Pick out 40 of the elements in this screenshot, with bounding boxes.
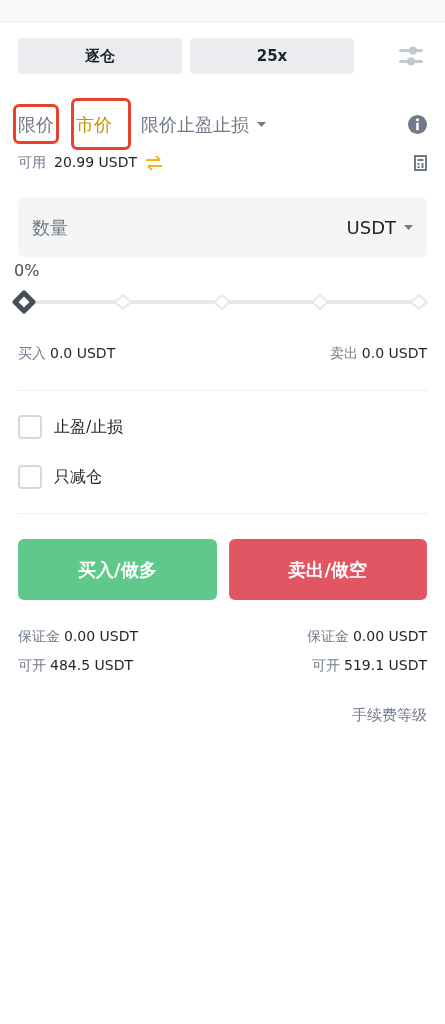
quantity-input[interactable]: 数量 <box>32 213 347 241</box>
order-type-tab[interactable]: 市价 <box>71 98 131 150</box>
margin-value: 0.00 USDT <box>64 628 139 644</box>
available-label: 可用 <box>18 153 46 172</box>
transfer-icon[interactable] <box>145 154 163 171</box>
buy-amount-label: 买入 <box>18 345 46 361</box>
order-type-dropdown[interactable]: 限价止盈止损 <box>139 104 268 144</box>
slider-thumb[interactable] <box>12 290 36 314</box>
caret-icon <box>257 121 266 127</box>
unit-selector[interactable]: USDT <box>346 213 413 241</box>
sell-amount-value: 0.0 USDT <box>361 345 427 361</box>
checkbox-label: 只减仓 <box>54 466 102 488</box>
margin-value: 0.00 USDT <box>352 628 427 644</box>
margin-mode-button[interactable]: 逐仓 <box>18 38 182 74</box>
margin-label: 保证金 <box>18 628 60 644</box>
settings-icon[interactable] <box>399 45 423 67</box>
caret-icon <box>404 224 413 230</box>
fee-level-link[interactable]: 手续费等级 <box>352 704 427 727</box>
slider-step-mark[interactable] <box>113 294 132 310</box>
max-open-value: 519.1 USDT <box>344 657 427 673</box>
buy-amount-value: 0.0 USDT <box>50 345 116 361</box>
calculator-icon[interactable] <box>414 154 427 171</box>
margin-label: 保证金 <box>306 628 349 644</box>
slider-step-mark[interactable] <box>311 294 330 310</box>
checkbox[interactable] <box>18 465 42 489</box>
leverage-button[interactable]: 25x <box>190 38 354 74</box>
slider-step-mark[interactable] <box>212 294 231 310</box>
quantity-field[interactable]: 数量 USDT <box>18 197 427 257</box>
sell-amount-label: 卖出 <box>329 345 358 361</box>
max-open-value: 484.5 USDT <box>50 657 133 673</box>
slider-step-mark[interactable] <box>410 294 428 310</box>
checkbox-label: 止盈/止损 <box>54 416 124 438</box>
max-open-label: 可开 <box>312 657 340 673</box>
slider-reading: 0% <box>14 260 40 282</box>
checkbox[interactable] <box>18 415 42 439</box>
available-value: 20.99 USDT <box>54 153 137 172</box>
order-type-tab[interactable]: 限价 <box>13 104 59 144</box>
sell-short-button[interactable]: 卖出/做空 <box>228 539 427 600</box>
info-icon[interactable] <box>408 114 427 134</box>
max-open-label: 可开 <box>18 657 46 673</box>
